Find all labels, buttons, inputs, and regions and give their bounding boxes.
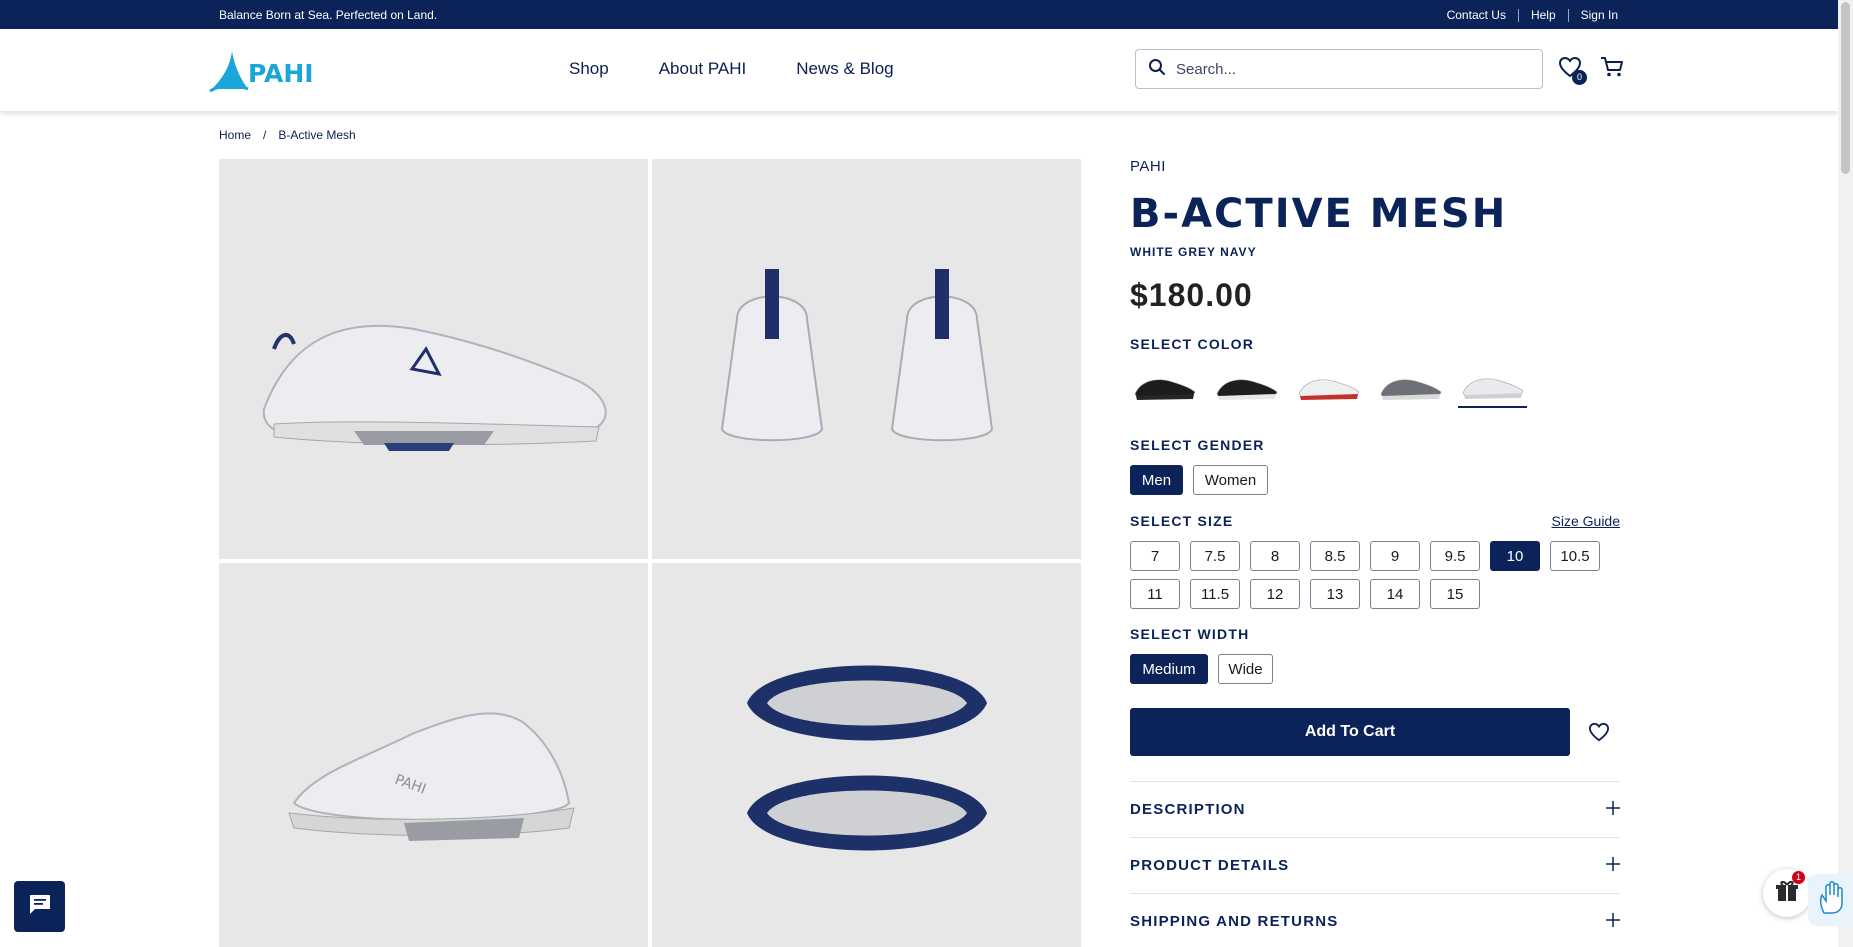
heart-icon: [1588, 722, 1610, 746]
contact-us-link[interactable]: Contact Us: [1447, 8, 1506, 22]
hand-icon: [1818, 880, 1844, 920]
accordion: DESCRIPTION PRODUCT DETAILS SHIPPING AND…: [1130, 781, 1620, 947]
size-header: SELECT SIZE Size Guide: [1130, 513, 1620, 531]
product-info: PAHI B-ACTIVE MESH WHITE GREY NAVY $180.…: [1130, 158, 1620, 947]
gender-men-button[interactable]: Men: [1130, 465, 1183, 495]
gender-women-button[interactable]: Women: [1193, 465, 1268, 495]
cart-row: Add To Cart: [1130, 708, 1620, 756]
width-wide-button[interactable]: Wide: [1218, 654, 1273, 684]
accordion-title: PRODUCT DETAILS: [1130, 857, 1290, 874]
size-option-button[interactable]: 9.5: [1430, 541, 1480, 571]
size-option-button[interactable]: 8: [1250, 541, 1300, 571]
select-width-label: SELECT WIDTH: [1130, 626, 1250, 642]
size-option-button[interactable]: 11.5: [1190, 579, 1240, 609]
logo-text: PAHI: [248, 59, 314, 88]
sign-in-link[interactable]: Sign In: [1581, 8, 1618, 22]
width-medium-button[interactable]: Medium: [1130, 654, 1208, 684]
utility-links: Contact Us Help Sign In: [1447, 8, 1618, 22]
product-image-side[interactable]: [219, 159, 648, 559]
color-swatch-black[interactable]: [1130, 366, 1199, 408]
breadcrumb-current: B-Active Mesh: [278, 128, 356, 142]
plus-icon: [1606, 912, 1620, 931]
breadcrumb-separator: /: [263, 128, 267, 142]
accordion-product-details[interactable]: PRODUCT DETAILS: [1130, 837, 1620, 893]
pahi-logo[interactable]: PAHI: [208, 49, 318, 93]
width-options: Medium Wide: [1130, 654, 1620, 684]
plus-icon: [1606, 800, 1620, 819]
product-brand: PAHI: [1130, 158, 1166, 175]
add-to-wishlist-button[interactable]: [1588, 722, 1610, 747]
size-option-button[interactable]: 10.5: [1550, 541, 1600, 571]
header-icons: 0: [1558, 56, 1624, 85]
main-nav: Shop About PAHI News & Blog: [569, 59, 894, 79]
product-image-medial[interactable]: PAHI: [219, 563, 648, 947]
select-gender-label: SELECT GENDER: [1130, 437, 1265, 453]
breadcrumb-home[interactable]: Home: [219, 128, 251, 142]
gender-options: Men Women: [1130, 465, 1620, 495]
color-swatch-white-grey-navy[interactable]: [1458, 366, 1527, 408]
rewards-count-badge: 1: [1792, 871, 1805, 884]
search-icon: [1148, 58, 1166, 81]
size-option-button[interactable]: 11: [1130, 579, 1180, 609]
size-option-button[interactable]: 9: [1370, 541, 1420, 571]
wishlist-button[interactable]: 0: [1558, 56, 1587, 85]
product-colorway: WHITE GREY NAVY: [1130, 245, 1257, 259]
announcement-bar: Balance Born at Sea. Perfected on Land. …: [0, 0, 1838, 29]
size-option-button[interactable]: 14: [1370, 579, 1420, 609]
accordion-shipping-returns[interactable]: SHIPPING AND RETURNS: [1130, 893, 1620, 947]
nav-shop[interactable]: Shop: [569, 59, 609, 79]
product-price: $180.00: [1130, 277, 1253, 313]
size-options: 7 7.5 8 8.5 9 9.5 10 10.5 11 11.5 12 13 14 15: [1130, 541, 1620, 609]
breadcrumb: Home / B-Active Mesh: [219, 128, 356, 142]
color-swatch-black-white[interactable]: [1212, 366, 1281, 408]
color-swatch-grey[interactable]: [1376, 366, 1445, 408]
size-option-button[interactable]: 13: [1310, 579, 1360, 609]
size-option-button[interactable]: 7: [1130, 541, 1180, 571]
site-header: PAHI Shop About PAHI News & Blog 0: [0, 29, 1838, 111]
size-option-button[interactable]: 12: [1250, 579, 1300, 609]
chat-button[interactable]: [14, 881, 65, 932]
product-gallery: PAHI: [219, 159, 1081, 947]
divider: [1517, 8, 1519, 22]
cart-button[interactable]: [1600, 56, 1624, 83]
select-size-label: SELECT SIZE: [1130, 513, 1234, 529]
size-option-button[interactable]: 8.5: [1310, 541, 1360, 571]
search-box[interactable]: [1135, 49, 1543, 89]
search-input[interactable]: [1176, 60, 1526, 78]
add-to-cart-button[interactable]: Add To Cart: [1130, 708, 1570, 756]
chat-icon: [28, 893, 52, 920]
help-link[interactable]: Help: [1531, 8, 1556, 22]
accordion-title: DESCRIPTION: [1130, 801, 1246, 818]
size-guide-link[interactable]: Size Guide: [1552, 513, 1620, 529]
scrollbar[interactable]: [1838, 0, 1853, 947]
color-swatch-white-red[interactable]: [1294, 366, 1363, 408]
product-title: B-ACTIVE MESH: [1130, 191, 1508, 237]
privacy-widget[interactable]: [1808, 874, 1853, 926]
nav-news-blog[interactable]: News & Blog: [796, 59, 893, 79]
size-option-button[interactable]: 15: [1430, 579, 1480, 609]
scrollbar-thumb[interactable]: [1841, 2, 1850, 174]
product-image-soles[interactable]: [652, 563, 1081, 947]
wishlist-count-badge: 0: [1572, 70, 1587, 85]
accordion-description[interactable]: DESCRIPTION: [1130, 781, 1620, 837]
color-swatches: [1130, 366, 1620, 408]
divider: [1567, 8, 1569, 22]
plus-icon: [1606, 856, 1620, 875]
size-option-button[interactable]: 10: [1490, 541, 1540, 571]
tagline: Balance Born at Sea. Perfected on Land.: [219, 8, 438, 22]
select-color-label: SELECT COLOR: [1130, 336, 1255, 352]
accordion-title: SHIPPING AND RETURNS: [1130, 913, 1339, 930]
size-option-button[interactable]: 7.5: [1190, 541, 1240, 571]
product-image-back[interactable]: [652, 159, 1081, 559]
nav-about[interactable]: About PAHI: [659, 59, 747, 79]
cart-icon: [1600, 57, 1624, 82]
